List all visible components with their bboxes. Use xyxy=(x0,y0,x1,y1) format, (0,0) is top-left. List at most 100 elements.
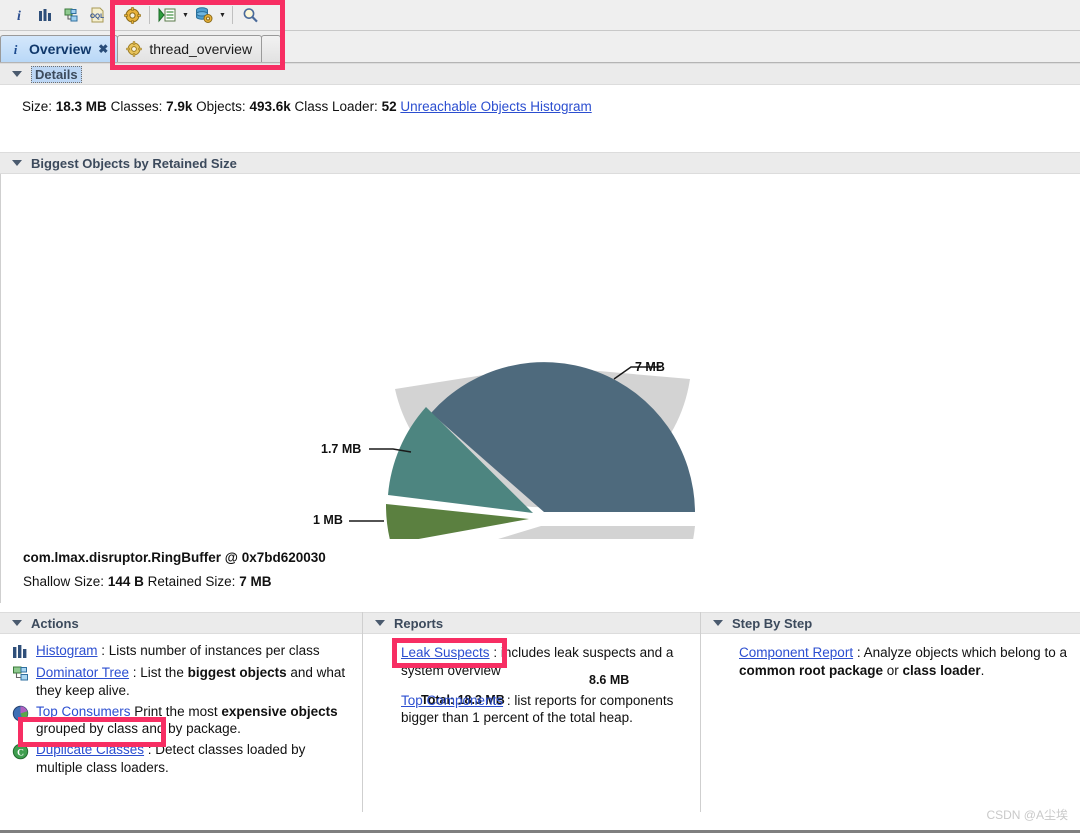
retained-size-pie-chart: 7 MB 1.7 MB 1 MB 8.6 MB Total: 18.3 MB xyxy=(0,174,1080,544)
reports-section-header[interactable]: Reports xyxy=(363,612,700,634)
reports-panel: Reports Leak Suspects : includes leak su… xyxy=(363,612,700,812)
tab-thread-overview[interactable]: thread_overview xyxy=(117,35,262,62)
biggest-objects-section-header[interactable]: Biggest Objects by Retained Size xyxy=(0,152,1080,174)
gear-icon[interactable] xyxy=(119,3,145,27)
object-title: com.lmax.disruptor.RingBuffer @ 0x7bd620… xyxy=(23,550,1080,565)
step-by-step-panel: Step By Step Component Report : Analyze … xyxy=(701,612,1080,812)
classloader-value: 52 xyxy=(382,99,397,114)
unreachable-objects-histogram-link[interactable]: Unreachable Objects Histogram xyxy=(400,99,591,114)
pie-chart-svg xyxy=(1,174,1080,539)
classes-label: Classes: xyxy=(111,99,163,114)
pie-label-1MB: 1 MB xyxy=(313,513,343,527)
pie-label-7MB: 7 MB xyxy=(635,360,665,374)
component-report-bold1: common root package xyxy=(739,663,883,678)
pie-label-1.7MB: 1.7 MB xyxy=(321,442,361,456)
toolbar-separator xyxy=(114,6,115,24)
svg-text:C: C xyxy=(17,749,24,759)
object-sizes: Shallow Size: 144 B Retained Size: 7 MB xyxy=(23,574,1080,589)
details-section-header[interactable]: Details xyxy=(0,63,1080,85)
collapse-triangle-icon[interactable] xyxy=(375,620,385,626)
action-item-text: Duplicate Classes : Detect classes loade… xyxy=(36,741,352,777)
retained-size-value: 7 MB xyxy=(239,574,271,589)
action-item-duplicate-classes[interactable]: C Duplicate Classes : Detect classes loa… xyxy=(12,741,352,777)
selected-object-info: com.lmax.disruptor.RingBuffer @ 0x7bd620… xyxy=(0,544,1080,603)
svg-text:i: i xyxy=(14,42,18,56)
tab-overview-label: Overview xyxy=(29,41,91,57)
dominator-tree-link[interactable]: Dominator Tree xyxy=(36,665,129,680)
chevron-down-icon[interactable]: ▼ xyxy=(180,3,191,27)
details-header-label: Details xyxy=(31,66,82,83)
tab-overview[interactable]: i Overview ✖ xyxy=(0,35,118,62)
editor-tab-bar: i Overview ✖ thread_overview xyxy=(0,31,1080,63)
action-item-text: Histogram : Lists number of instances pe… xyxy=(36,642,320,660)
actions-header-label: Actions xyxy=(31,616,79,631)
duplicate-classes-link[interactable]: Duplicate Classes xyxy=(36,742,144,757)
collapse-triangle-icon[interactable] xyxy=(12,620,22,626)
objects-value: 493.6k xyxy=(249,99,290,114)
action-item-dominator-tree[interactable]: Dominator Tree : List the biggest object… xyxy=(12,664,352,700)
reports-header-label: Reports xyxy=(394,616,443,631)
classes-value: 7.9k xyxy=(166,99,192,114)
classloader-label: Class Loader: xyxy=(295,99,378,114)
dominator-tree-desc-pre: : List the xyxy=(129,665,188,680)
info-icon: i xyxy=(9,42,22,56)
action-item-text: Top Consumers Print the most expensive o… xyxy=(36,703,352,739)
report-item-leak-suspects[interactable]: Leak Suspects : includes leak suspects a… xyxy=(401,644,690,680)
watermark: CSDN @A尘埃 xyxy=(986,806,1068,823)
step-item-component-report[interactable]: Component Report : Analyze objects which… xyxy=(739,644,1070,680)
database-gear-icon[interactable] xyxy=(191,3,217,27)
chevron-down-icon[interactable]: ▼ xyxy=(217,3,228,27)
info-icon[interactable]: i xyxy=(6,3,32,27)
details-summary-row: Size: 18.3 MB Classes: 7.9k Objects: 493… xyxy=(0,85,1080,126)
top-consumers-desc-post: grouped by class and by package. xyxy=(36,721,241,736)
top-consumers-desc-pre: Print the most xyxy=(131,704,222,719)
search-icon[interactable] xyxy=(237,3,263,27)
objects-label: Objects: xyxy=(196,99,246,114)
histogram-desc: : Lists number of instances per class xyxy=(98,643,320,658)
leak-suspects-link[interactable]: Leak Suspects xyxy=(401,645,490,660)
dominator-tree-icon[interactable] xyxy=(58,3,84,27)
component-report-link[interactable]: Component Report xyxy=(739,645,853,660)
action-item-text: Dominator Tree : List the biggest object… xyxy=(36,664,352,700)
step-by-step-section-header[interactable]: Step By Step xyxy=(701,612,1080,634)
component-report-desc-mid: or xyxy=(883,663,903,678)
gear-icon xyxy=(126,41,142,57)
top-consumers-bold: expensive objects xyxy=(221,704,337,719)
collapse-triangle-icon[interactable] xyxy=(12,71,22,77)
run-query-icon[interactable] xyxy=(154,3,180,27)
svg-text:OQL: OQL xyxy=(90,13,104,20)
size-value: 18.3 MB xyxy=(56,99,107,114)
actions-section-header[interactable]: Actions xyxy=(0,612,362,634)
close-icon[interactable]: ✖ xyxy=(98,42,108,56)
dominator-tree-bold: biggest objects xyxy=(188,665,287,680)
size-label: Size: xyxy=(22,99,52,114)
toolbar-separator xyxy=(149,6,150,24)
oql-icon[interactable]: OQL xyxy=(84,3,110,27)
svg-text:i: i xyxy=(17,9,21,23)
component-report-bold2: class loader xyxy=(903,663,981,678)
biggest-objects-header-label: Biggest Objects by Retained Size xyxy=(31,156,237,171)
retained-size-label: Retained Size: xyxy=(148,574,236,589)
tab-thread-overview-label: thread_overview xyxy=(149,41,252,57)
tab-overflow-stub[interactable] xyxy=(261,35,281,62)
bottom-panels: Actions Histogram : Lists number of inst… xyxy=(0,612,1080,812)
main-toolbar: i OQL xyxy=(0,0,1080,31)
top-components-link[interactable]: Top Components xyxy=(401,693,503,708)
action-item-top-consumers[interactable]: Top Consumers Print the most expensive o… xyxy=(12,703,352,739)
step-by-step-header-label: Step By Step xyxy=(732,616,812,631)
histogram-icon[interactable] xyxy=(32,3,58,27)
collapse-triangle-icon[interactable] xyxy=(713,620,723,626)
component-report-desc-pre: : Analyze objects which belong to a xyxy=(853,645,1067,660)
histogram-link[interactable]: Histogram xyxy=(36,643,98,658)
report-item-top-components[interactable]: Top Components : list reports for compon… xyxy=(401,692,690,728)
duplicate-classes-icon: C xyxy=(12,743,29,760)
dominator-tree-icon xyxy=(12,666,29,683)
top-consumers-icon xyxy=(12,705,29,722)
collapse-triangle-icon[interactable] xyxy=(12,160,22,166)
shallow-size-label: Shallow Size: xyxy=(23,574,104,589)
actions-panel: Actions Histogram : Lists number of inst… xyxy=(0,612,362,812)
top-consumers-link[interactable]: Top Consumers xyxy=(36,704,131,719)
action-item-histogram[interactable]: Histogram : Lists number of instances pe… xyxy=(12,642,352,661)
histogram-icon xyxy=(12,644,29,661)
shallow-size-value: 144 B xyxy=(108,574,144,589)
